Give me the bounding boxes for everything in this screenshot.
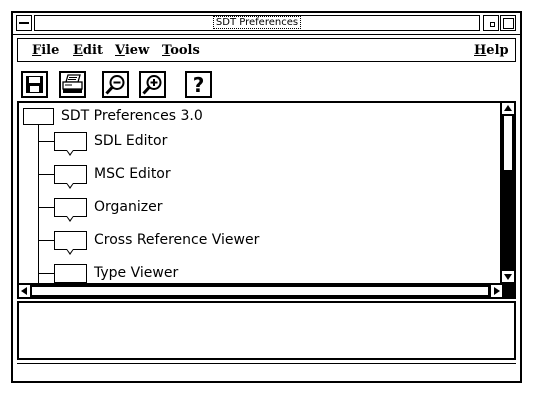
toolbar: ? xyxy=(17,68,516,100)
tree-node-box xyxy=(54,264,87,283)
help-button[interactable]: ? xyxy=(185,71,212,98)
print-button[interactable] xyxy=(59,71,86,98)
vertical-scroll-thumb[interactable] xyxy=(503,115,513,171)
menu-file-label: ile xyxy=(41,43,60,58)
expand-triangle-icon[interactable] xyxy=(66,183,74,189)
scroll-right-arrow-icon[interactable] xyxy=(491,285,502,297)
tree-label-organizer[interactable]: Organizer xyxy=(94,198,162,217)
menu-view-label: iew xyxy=(124,43,150,58)
tree-node-box xyxy=(54,132,87,151)
tree-label-type-viewer[interactable]: Type Viewer xyxy=(94,264,178,283)
horizontal-scroll-thumb[interactable] xyxy=(31,286,489,296)
status-bar xyxy=(17,363,516,380)
main-window: SDT Preferences File Edit View Tools Hel… xyxy=(11,11,522,383)
tree-root-label[interactable]: SDT Preferences 3.0 xyxy=(61,108,203,125)
tree-node-sdl-editor[interactable] xyxy=(54,132,87,156)
tree-label-sdl-editor[interactable]: SDL Editor xyxy=(94,132,167,151)
save-icon xyxy=(26,76,43,93)
tree-node-box xyxy=(54,198,87,217)
tree-view[interactable]: SDT Preferences 3.0 SDL Editor MSC Edito… xyxy=(17,101,516,285)
zoom-in-button[interactable] xyxy=(139,71,166,98)
menu-help[interactable]: Help xyxy=(474,43,509,58)
tree-connector xyxy=(38,207,54,208)
tree-node-msc-editor[interactable] xyxy=(54,165,87,189)
tree-node-cross-reference-viewer[interactable] xyxy=(54,231,87,255)
title-area[interactable]: SDT Preferences xyxy=(34,15,480,31)
message-area xyxy=(17,301,516,360)
scroll-up-arrow-icon[interactable] xyxy=(502,103,514,114)
maximize-button[interactable] xyxy=(500,15,516,31)
tree-connector xyxy=(38,240,54,241)
menu-help-mnemonic: H xyxy=(474,43,487,58)
tree-connector xyxy=(38,174,54,175)
menu-tools[interactable]: Tools xyxy=(162,43,200,58)
menu-tools-label: ools xyxy=(170,43,200,58)
tree-node-organizer[interactable] xyxy=(54,198,87,222)
expand-triangle-icon[interactable] xyxy=(66,249,74,255)
menu-help-label: elp xyxy=(486,43,509,58)
menu-tools-mnemonic: T xyxy=(162,43,171,58)
tree-connector xyxy=(38,273,54,274)
window-menu-button[interactable] xyxy=(16,15,32,31)
zoom-out-button[interactable] xyxy=(102,71,129,98)
tree-root-node[interactable] xyxy=(23,108,54,125)
zoom-out-icon xyxy=(105,75,125,95)
scroll-left-arrow-icon[interactable] xyxy=(19,285,30,297)
minimize-button[interactable] xyxy=(483,15,499,31)
expand-triangle-icon[interactable] xyxy=(66,216,74,222)
tree-node-box xyxy=(54,231,87,250)
menu-edit[interactable]: Edit xyxy=(73,43,103,58)
scroll-down-arrow-icon[interactable] xyxy=(502,271,514,282)
menu-file-mnemonic: F xyxy=(32,43,42,58)
horizontal-scrollbar[interactable] xyxy=(17,285,516,299)
tree-label-msc-editor[interactable]: MSC Editor xyxy=(94,165,171,184)
print-icon xyxy=(62,74,83,93)
vertical-scrollbar[interactable] xyxy=(500,103,514,283)
zoom-in-icon xyxy=(142,75,162,95)
window-title: SDT Preferences xyxy=(212,16,302,29)
title-bar: SDT Preferences xyxy=(13,13,520,35)
menu-file[interactable]: File xyxy=(32,43,59,58)
tree-connector xyxy=(38,141,54,142)
tree-label-cross-reference-viewer[interactable]: Cross Reference Viewer xyxy=(94,231,259,250)
menu-view-mnemonic: V xyxy=(115,43,125,58)
tree-node-type-viewer[interactable] xyxy=(54,264,87,283)
menu-edit-mnemonic: E xyxy=(73,43,83,58)
help-icon: ? xyxy=(192,72,205,97)
tree-node-box xyxy=(54,165,87,184)
expand-triangle-icon[interactable] xyxy=(66,150,74,156)
menu-view[interactable]: View xyxy=(115,43,149,58)
tree-connector xyxy=(38,125,39,283)
save-button[interactable] xyxy=(21,71,48,98)
menu-edit-label: dit xyxy=(82,43,103,58)
menu-bar: File Edit View Tools Help xyxy=(17,38,516,62)
